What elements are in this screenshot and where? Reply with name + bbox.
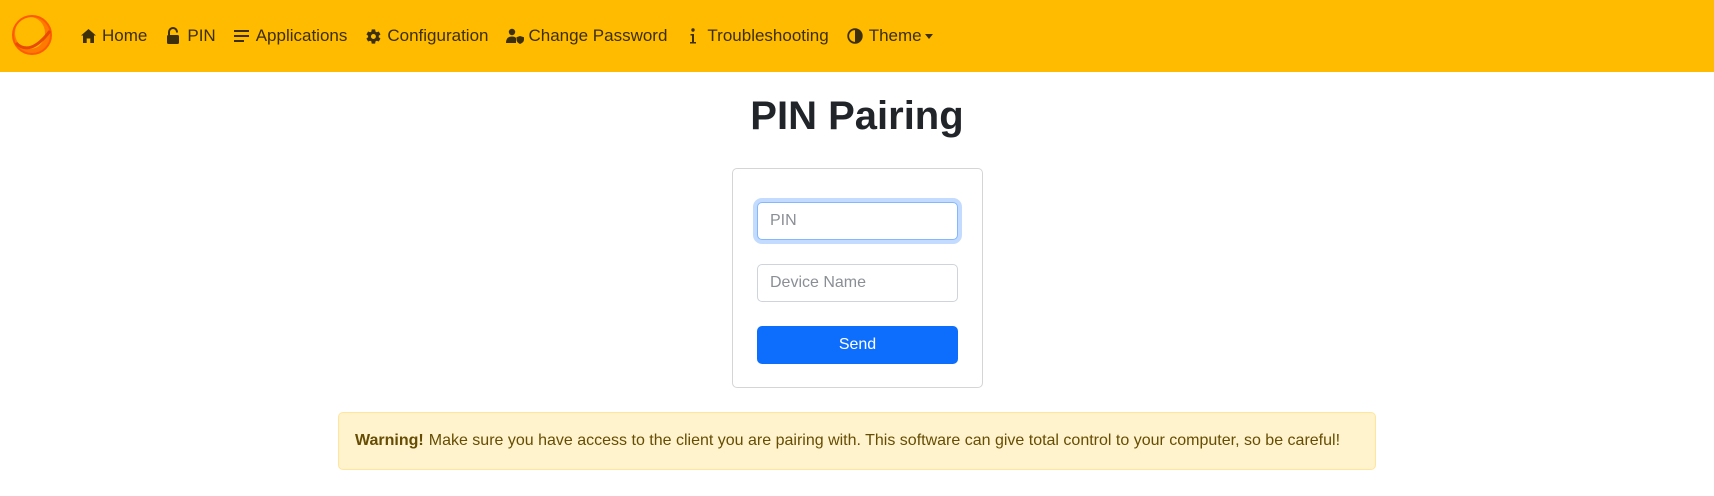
nav-applications[interactable]: Applications (233, 26, 348, 46)
nav-troubleshooting[interactable]: Troubleshooting (684, 26, 829, 46)
user-shield-icon (505, 27, 524, 45)
pairing-form-card: Send (732, 168, 983, 388)
warning-alert: Warning! Make sure you have access to th… (338, 412, 1376, 470)
list-icon (233, 27, 251, 45)
logo[interactable] (10, 13, 54, 57)
nav-menu: Home PIN Applications Configuration Chan (79, 0, 950, 72)
nav-troubleshooting-label: Troubleshooting (707, 26, 829, 45)
nav-theme-dropdown[interactable]: Theme (846, 26, 933, 46)
page-title: PIN Pairing (750, 94, 964, 138)
nav-change-password-label: Change Password (528, 26, 668, 45)
navbar: Home PIN Applications Configuration Chan (0, 0, 1714, 72)
nav-configuration[interactable]: Configuration (364, 26, 489, 46)
info-icon (684, 27, 702, 45)
nav-theme-label: Theme (868, 26, 922, 45)
chevron-down-icon (924, 34, 933, 39)
unlock-icon (164, 27, 182, 45)
nav-pin-label: PIN (187, 26, 216, 45)
nav-home[interactable]: Home (79, 26, 147, 46)
home-icon (79, 27, 97, 45)
warning-strong: Warning! (355, 432, 424, 449)
warning-text: Make sure you have access to the client … (428, 432, 1341, 449)
nav-applications-label: Applications (255, 26, 348, 45)
contrast-icon (846, 27, 864, 45)
nav-change-password[interactable]: Change Password (505, 26, 668, 46)
pin-input[interactable] (757, 202, 958, 240)
send-button[interactable]: Send (757, 326, 958, 364)
nav-configuration-label: Configuration (387, 26, 489, 45)
gear-icon (364, 27, 382, 45)
nav-home-label: Home (102, 26, 148, 45)
device-name-input[interactable] (757, 264, 958, 302)
nav-pin[interactable]: PIN (164, 26, 216, 46)
